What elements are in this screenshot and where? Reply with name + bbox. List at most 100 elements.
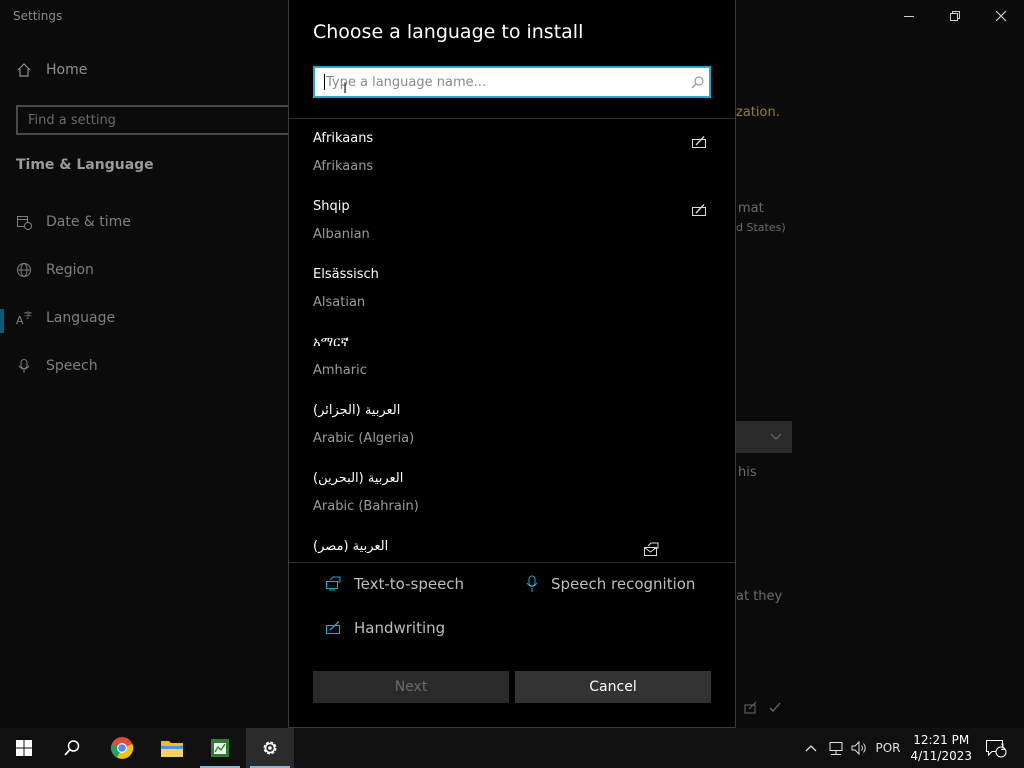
taskbar-search-button[interactable] (48, 728, 96, 768)
next-button[interactable]: Next (313, 671, 509, 703)
restore-icon (950, 11, 960, 21)
close-button[interactable] (978, 0, 1024, 32)
list-item[interactable]: Elsässisch Alsatian (289, 256, 735, 324)
settings-app[interactable] (246, 728, 294, 768)
nav-home-label: Home (46, 62, 88, 78)
handwriting-icon (691, 134, 707, 153)
speaker-icon (851, 740, 866, 756)
list-item[interactable]: العربية (الجزائر) Arabic (Algeria) (289, 392, 735, 460)
choose-language-dialog: Choose a language to install Type a lang… (288, 0, 736, 728)
svg-text:A: A (16, 314, 24, 326)
input-language-indicator[interactable]: POR (872, 728, 904, 768)
language-english-name: Arabic (Algeria) (313, 431, 415, 446)
language-native-name: Afrikaans (313, 131, 374, 146)
windows-logo-icon (16, 740, 32, 756)
clock-date: 4/11/2023 (910, 749, 972, 763)
list-item[interactable]: Afrikaans Afrikaans (289, 120, 735, 188)
minimize-button[interactable] (886, 0, 932, 32)
bg-text-his: his (738, 465, 757, 480)
bg-dropdown (736, 421, 792, 453)
chrome-app[interactable] (98, 728, 146, 768)
language-list[interactable]: Afrikaans Afrikaans Shqip Albanian Elsäs… (289, 120, 735, 562)
text-caret (324, 74, 325, 90)
language-english-name: Alsatian (313, 295, 366, 310)
sidebar-item-language[interactable]: A字 Language (16, 310, 115, 326)
language-native-name: Elsässisch (313, 267, 379, 282)
file-explorer-app[interactable] (148, 728, 196, 768)
start-button[interactable] (0, 728, 48, 768)
bg-text-states: d States) (736, 221, 786, 234)
bg-accent-text: zation. (736, 105, 780, 120)
sidebar-item-label: Language (46, 310, 116, 326)
show-hidden-icons-button[interactable] (800, 728, 822, 768)
network-button[interactable] (824, 728, 848, 768)
language-search-input[interactable]: Type a language name... (313, 66, 711, 98)
mouse-cursor-icon: I (343, 81, 348, 97)
sidebar-item-speech[interactable]: Speech (16, 358, 98, 374)
language-english-name: Arabic (Bahrain) (313, 499, 419, 514)
notepad-app[interactable] (196, 728, 244, 768)
language-native-name: አማርኛ (313, 335, 349, 350)
dialog-title: Choose a language to install (313, 21, 584, 43)
taskbar: POR 12:21 PM 4/11/2023 1 (0, 728, 1024, 768)
notification-count: 1 (1000, 743, 1006, 753)
find-setting-input[interactable]: Find a setting (16, 105, 292, 135)
handwriting-icon (326, 621, 340, 634)
cancel-button[interactable]: Cancel (515, 671, 711, 703)
section-title: Time & Language (16, 157, 154, 173)
svg-text:字: 字 (24, 310, 32, 320)
language-english-name: Amharic (313, 363, 367, 378)
chrome-icon (111, 737, 134, 759)
list-top-divider (289, 118, 735, 119)
language-icon: A字 (16, 310, 32, 326)
selected-nav-marker (0, 309, 4, 333)
language-english-name: Afrikaans (313, 159, 374, 174)
action-center-button[interactable]: 1 (978, 728, 1014, 768)
sidebar-item-label: Date & time (46, 214, 131, 230)
clock-time: 12:21 PM (913, 733, 970, 747)
home-icon (17, 63, 31, 77)
sidebar-item-label: Speech (46, 358, 98, 374)
text-to-speech-icon (326, 576, 341, 591)
globe-icon (17, 263, 31, 277)
volume-button[interactable] (848, 728, 870, 768)
sidebar-item-region[interactable]: Region (16, 262, 94, 278)
sidebar-item-date-time[interactable]: Date & time (16, 214, 131, 230)
window-title: Settings (13, 9, 63, 23)
search-icon[interactable] (685, 75, 709, 89)
list-item[interactable]: Shqip Albanian (289, 188, 735, 256)
notepad-chart-icon (211, 739, 229, 757)
language-english-name: Albanian (313, 227, 370, 242)
clock[interactable]: 12:21 PM 4/11/2023 (910, 732, 972, 764)
bg-text-format: mat (738, 201, 764, 216)
legend-handwriting: Handwriting (325, 619, 445, 637)
network-icon (829, 742, 843, 755)
language-native-name: العربية (البحرين) (313, 471, 404, 486)
restore-button[interactable] (932, 0, 978, 32)
spellcheck-icon (769, 702, 781, 712)
list-item[interactable]: አማርኛ Amharic (289, 324, 735, 392)
find-setting-placeholder: Find a setting (28, 112, 116, 128)
sidebar-item-label: Region (46, 262, 94, 278)
list-item[interactable]: العربية (مصر) (289, 528, 735, 562)
legend-tts-label: Text-to-speech (354, 575, 465, 593)
nav-home[interactable]: Home (16, 62, 87, 78)
legend-speech-recognition: Speech recognition (525, 575, 695, 593)
calendar-clock-icon (17, 216, 32, 230)
language-native-name: العربية (الجزائر) (313, 403, 401, 418)
chevron-up-icon (805, 745, 817, 752)
bg-text-at-they: at they (736, 589, 783, 604)
legend-text-to-speech: Text-to-speech (325, 575, 464, 593)
search-icon (64, 740, 80, 756)
handwriting-icon (744, 701, 757, 714)
chevron-down-icon (770, 433, 782, 440)
list-item[interactable]: العربية (البحرين) Arabic (Bahrain) (289, 460, 735, 528)
legend-handwriting-label: Handwriting (354, 619, 446, 637)
minimize-icon (904, 16, 914, 17)
microphone-icon (18, 359, 30, 373)
handwriting-icon (691, 202, 707, 221)
language-search-placeholder: Type a language name... (326, 74, 487, 90)
language-native-name: Shqip (313, 199, 350, 214)
language-native-name: العربية (مصر) (313, 539, 389, 554)
list-bottom-divider (289, 562, 735, 563)
